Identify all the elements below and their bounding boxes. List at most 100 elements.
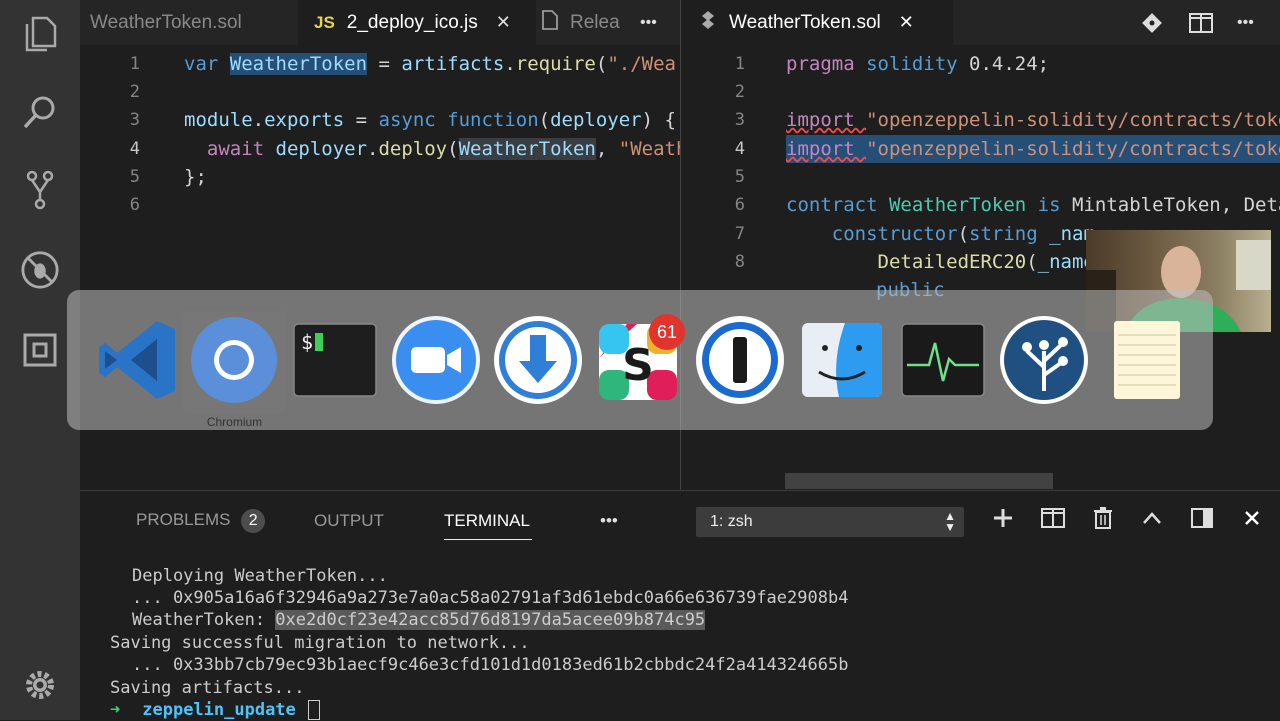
code-token: import (786, 138, 867, 160)
search-icon[interactable] (20, 92, 60, 132)
downloader-app-icon[interactable] (493, 315, 583, 405)
code-line-8: DetailedERC20(_name (786, 248, 1095, 276)
right-tab-bar: WeatherToken.sol ✕ ••• (681, 0, 1280, 45)
line-number: 5 (734, 167, 745, 187)
code-token: DetailedERC20 (786, 251, 1027, 273)
code-line-1: var WeatherToken = artifacts.require("./… (184, 50, 676, 78)
code-token: WeatherToken (229, 53, 368, 75)
debug-icon[interactable] (20, 250, 60, 290)
code-line-3: import "openzeppelin-solidity/contracts/… (786, 106, 1280, 134)
source-control-icon[interactable] (20, 170, 60, 210)
code-line-7: constructor(string _nam (786, 220, 1095, 248)
chevron-updown-icon: ▲ ▼ (944, 509, 956, 534)
tab-label: PROBLEMS (136, 510, 231, 529)
code-token: , Deta (1220, 194, 1280, 216)
code-token: . (367, 138, 379, 160)
code-token: ; (1037, 53, 1050, 75)
code-line-5: }; (184, 166, 207, 188)
code-token: var (184, 53, 230, 75)
activity-monitor-app-icon[interactable] (898, 315, 988, 405)
code-token: require (515, 53, 596, 75)
tab-weathertoken-sol[interactable]: WeatherToken.sol (90, 0, 290, 45)
split-editor-icon[interactable] (1189, 0, 1219, 45)
line-number: 1 (734, 54, 745, 74)
horizontal-scrollbar[interactable] (785, 473, 1053, 489)
tab-2-deploy-ico-js[interactable]: JS 2_deploy_ico.js ✕ (298, 0, 536, 45)
code-token: pragma (786, 53, 867, 75)
shell-select-value: 1: zsh (710, 513, 753, 530)
solidity-file-icon (701, 10, 715, 36)
prompt-arrow: ➜ (110, 700, 121, 720)
trash-icon[interactable] (1088, 503, 1118, 533)
slack-notification-badge: 61 (649, 314, 685, 350)
code-token: ( (595, 53, 608, 75)
tab-weathertoken-sol-right[interactable]: WeatherToken.sol ✕ (681, 0, 953, 45)
terminal-selected-address[interactable]: 0xe2d0cf23e42acc85d76d8197da5acee09b874c… (275, 610, 706, 630)
extensions-icon[interactable] (20, 330, 60, 370)
bottom-panel: PROBLEMS 2 OUTPUT TERMINAL ••• 1: zsh ▲ ▼… (80, 490, 1280, 721)
tab-label: Relea (570, 11, 620, 33)
problems-count-badge: 2 (241, 509, 266, 533)
code-token: 0.4.24 (969, 53, 1038, 75)
prompt-directory: zeppelin_update (142, 700, 296, 720)
code-token: deployer (275, 138, 368, 160)
line-number: 6 (129, 195, 140, 215)
terminal-cursor (307, 700, 320, 720)
code-token: WeatherToken (888, 194, 1038, 216)
close-icon[interactable]: ✕ (496, 12, 511, 33)
finder-app-icon[interactable] (797, 315, 887, 405)
code-token: , (595, 138, 619, 160)
code-line-4: import "openzeppelin-solidity/contracts/… (786, 135, 1280, 163)
code-token: module (184, 109, 253, 131)
more-actions-icon[interactable]: ••• (640, 0, 657, 45)
code-token: WeatherToken (458, 138, 596, 160)
1password-app-icon[interactable] (695, 315, 785, 405)
add-terminal-icon[interactable] (988, 503, 1018, 533)
zoom-app-icon[interactable] (391, 315, 481, 405)
tab-output[interactable]: OUTPUT (314, 511, 384, 531)
code-token: ( (957, 223, 970, 245)
terminal-prompt[interactable]: ➜ zeppelin_update (110, 699, 320, 721)
code-token: await (184, 138, 276, 160)
code-token: artifacts (401, 53, 505, 75)
tab-release[interactable]: Relea (542, 0, 632, 45)
terminal-tab-underline (444, 539, 532, 540)
panel-more-icon[interactable]: ••• (600, 511, 618, 531)
code-line-3: module.exports = async function(deployer… (184, 106, 676, 134)
chromium-app-icon[interactable] (189, 315, 279, 405)
terminal-app-icon[interactable]: $ (290, 315, 380, 405)
tab-label: WeatherToken.sol (90, 11, 242, 33)
notes-app-icon[interactable] (1102, 315, 1192, 405)
code-token: "Weath (618, 138, 680, 160)
code-token: . (504, 53, 516, 75)
code-token: ) { (641, 109, 676, 131)
code-token: async (378, 109, 448, 131)
code-token: = (367, 53, 402, 75)
vscode-app-icon[interactable] (92, 315, 182, 405)
toggle-panel-position-icon[interactable] (1187, 503, 1217, 533)
split-terminal-icon[interactable] (1038, 503, 1068, 533)
code-token: ( (447, 138, 459, 160)
more-actions-icon[interactable]: ••• (1237, 0, 1254, 45)
code-line-6: contract WeatherToken is MintableToken, … (786, 191, 1280, 219)
line-number: 1 (129, 54, 140, 74)
close-icon[interactable]: ✕ (899, 12, 914, 33)
code-token: MintableToken (1072, 194, 1221, 216)
tab-terminal[interactable]: TERMINAL (444, 511, 530, 531)
tab-problems[interactable]: PROBLEMS 2 (136, 509, 266, 533)
terminal-line: Saving successful migration to network..… (110, 633, 530, 653)
settings-gear-icon[interactable] (20, 665, 60, 705)
more-dots: ••• (640, 13, 657, 31)
code-line-1: pragma solidity 0.4.24; (786, 50, 1049, 78)
close-panel-icon[interactable] (1237, 503, 1267, 533)
chromium-app-label: Chromium (206, 415, 263, 429)
explorer-icon[interactable] (20, 14, 60, 54)
terminal-shell-select[interactable]: 1: zsh ▲ ▼ (696, 507, 964, 537)
code-token: is (1037, 194, 1072, 216)
git-compare-icon[interactable] (1141, 0, 1171, 45)
maximize-panel-chevron-icon[interactable] (1137, 503, 1167, 533)
sourcetree-app-icon[interactable] (999, 315, 1089, 405)
code-token: string (969, 223, 1050, 245)
terminal-line: WeatherToken: 0xe2d0cf23e42acc85d76d8197… (132, 609, 706, 631)
line-number: 4 (129, 139, 140, 159)
